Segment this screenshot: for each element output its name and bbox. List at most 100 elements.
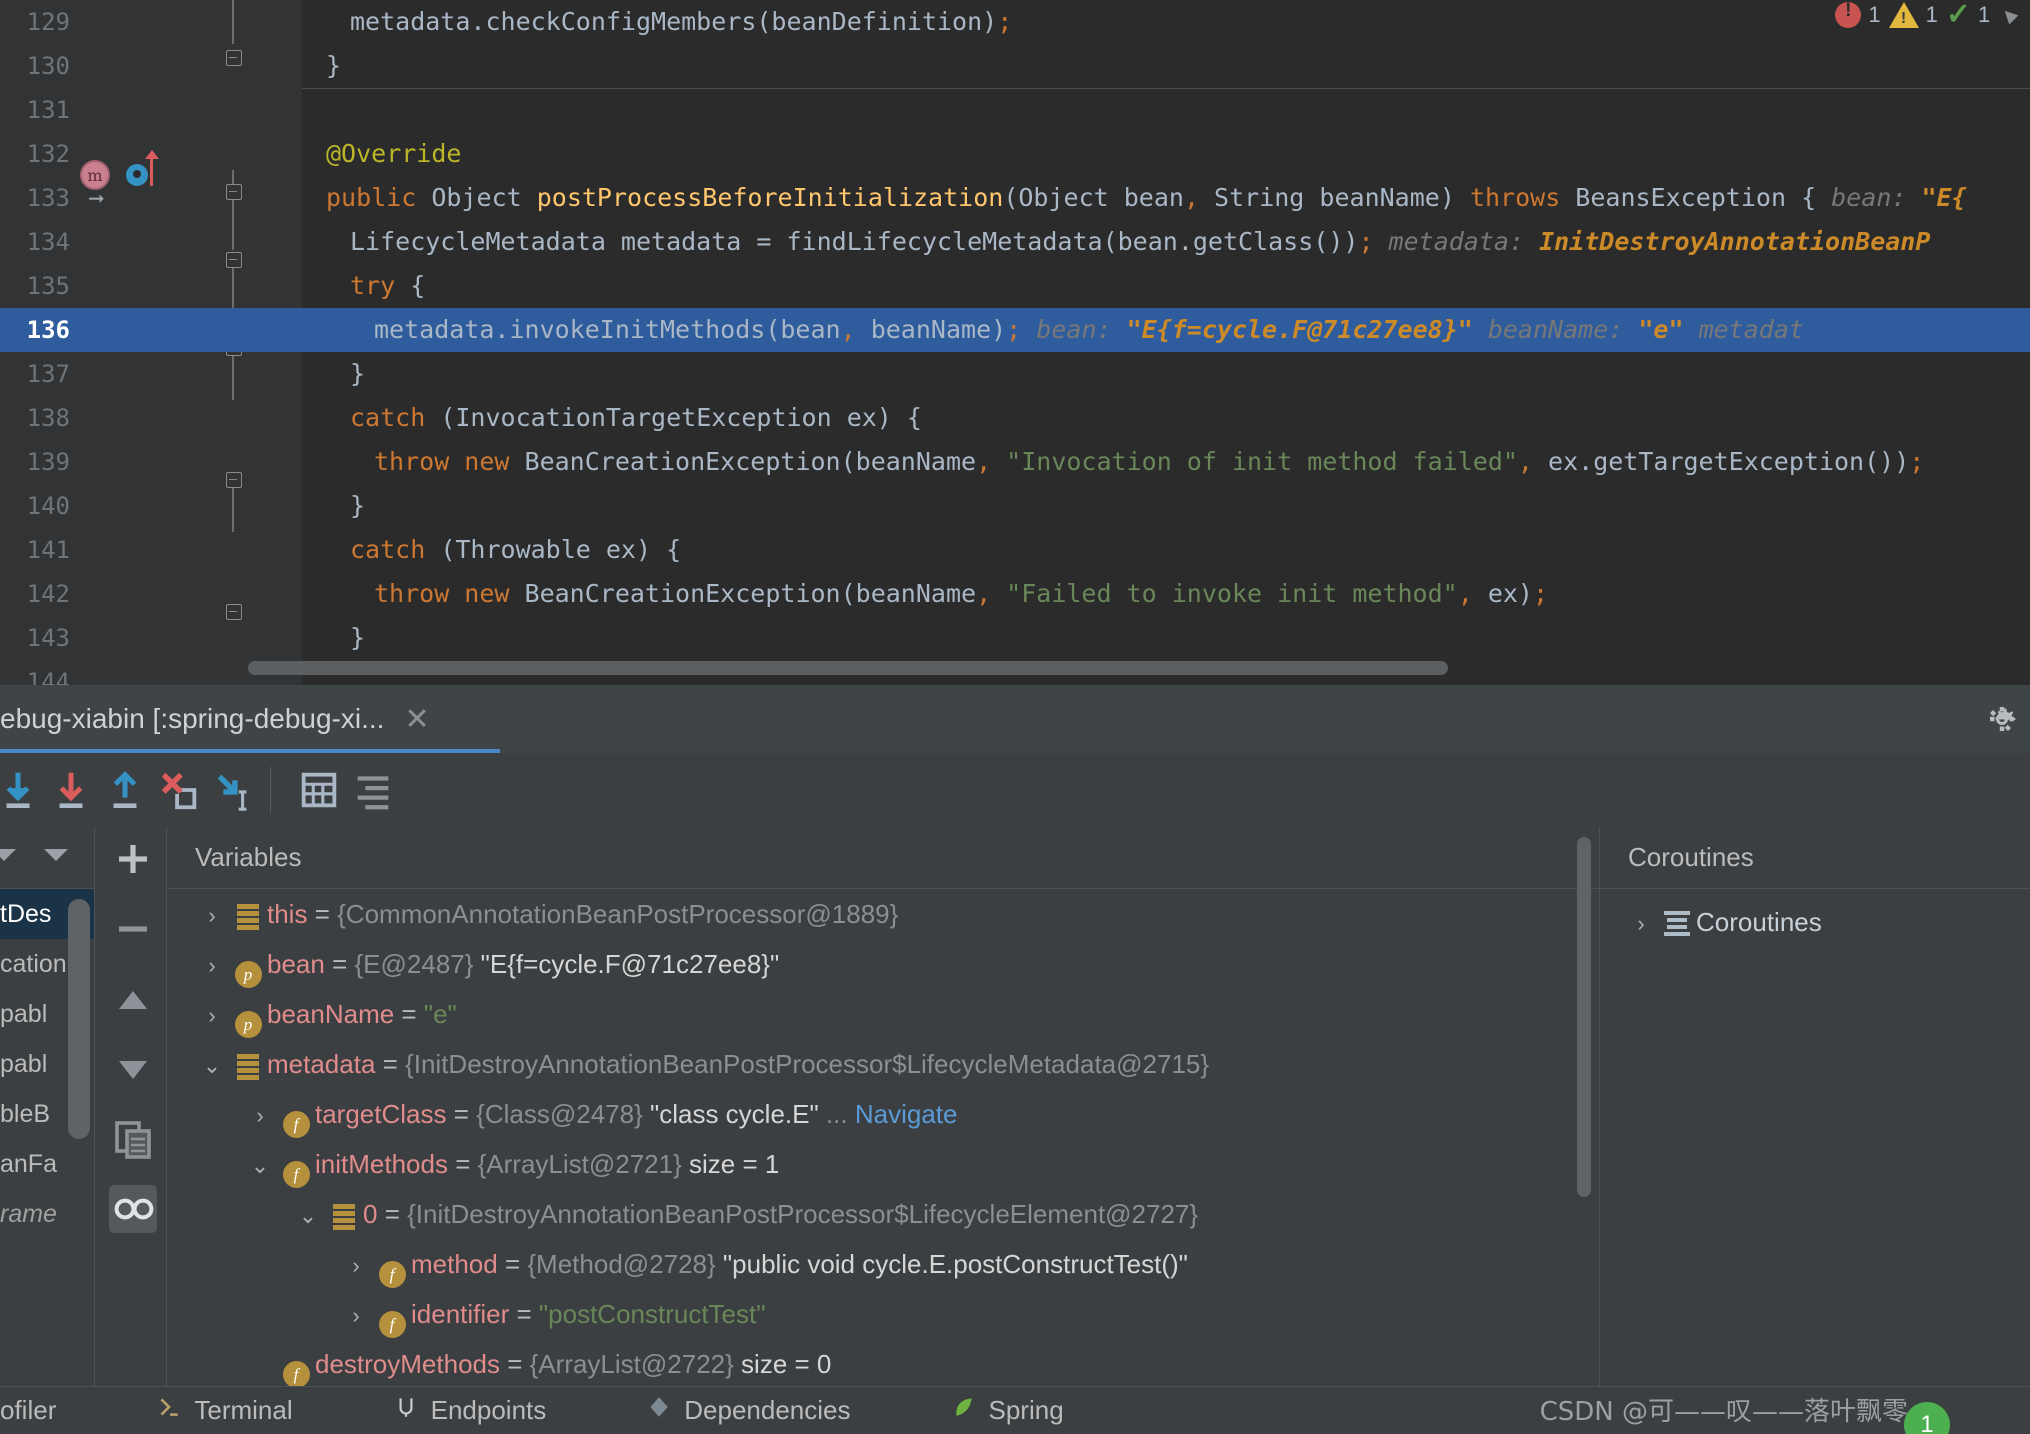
force-step-into-button[interactable] [156,767,202,813]
chevron-right-icon[interactable]: › [243,1091,277,1141]
code-text: LifecycleMetadata metadata = findLifecyc… [350,220,1930,264]
inspection-warnings[interactable]: 1 [1888,2,1938,28]
chevron-down-icon[interactable]: ⌄ [243,1141,277,1191]
arrow-down-icon [119,1061,147,1079]
variables-pane[interactable]: Variables › this = {CommonAnnotationBeanP… [167,827,1600,1386]
close-icon[interactable]: ✕ [404,702,429,737]
step-over-button[interactable] [0,767,41,813]
frames-toolbar[interactable] [0,827,94,889]
variable-row[interactable]: ⌄ 0 = {InitDestroyAnnotationBeanPostProce… [167,1189,1599,1239]
code-line[interactable]: 139 throw new BeanCreationException(beanN… [0,440,2030,484]
coroutines-tree[interactable]: › Coroutines [1600,889,2030,947]
debug-tab-bar[interactable]: ebug-xiabin [:spring-debug-xi... ✕ [0,685,2030,754]
chevron-down-icon[interactable]: ⌄ [195,1041,229,1091]
chevron-down-icon[interactable] [0,849,16,861]
force-step-into-icon [161,772,197,810]
code-text: } [326,44,341,88]
variables-tree[interactable]: › this = {CommonAnnotationBeanPostProcess… [167,889,1599,1386]
chevron-right-icon[interactable]: › [339,1291,373,1341]
variable-row[interactable]: › this = {CommonAnnotationBeanPostProcess… [167,889,1599,939]
frame-item[interactable]: anFa [0,1139,94,1189]
inspection-errors[interactable]: 1 [1835,0,1881,28]
bottom-status-bar[interactable]: ofiler Terminal Endpoints Dependencies Sprin… [0,1386,2030,1434]
variable-navigate-link[interactable]: Navigate [848,1099,958,1129]
status-bar-item[interactable]: Spring [951,1394,1064,1427]
thread-selector-chevron-icon[interactable] [44,849,68,861]
step-out-button[interactable] [102,767,148,813]
coroutine-row[interactable]: › Coroutines [1600,897,2030,947]
chevron-right-icon[interactable]: › [1624,899,1658,949]
step-into-button[interactable] [48,767,94,813]
remove-watch-button[interactable] [109,905,157,953]
code-line[interactable]: 133 public Object postProcessBeforeInitia… [0,176,2030,220]
show-execution-point-button[interactable] [350,767,396,813]
code-editor[interactable]: m ➞ 129 metadata.checkConfigMembers(beanD… [0,0,2030,685]
chevron-down-icon[interactable]: ⌄ [291,1191,325,1241]
line-number: 138 [26,404,70,432]
chevron-right-icon[interactable]: › [339,1241,373,1291]
code-line[interactable]: 141 catch (Throwable ex) { [0,528,2030,572]
code-token: Object [431,183,537,212]
code-token: ; [1006,315,1022,344]
run-to-cursor-button[interactable] [210,767,256,813]
code-line[interactable]: 138 catch (InvocationTargetException ex) … [0,396,2030,440]
debug-step-toolbar[interactable] [0,753,2030,827]
variable-type: {InitDestroyAnnotationBeanPostProcessor$… [405,1049,1210,1079]
move-down-button[interactable] [109,1045,157,1093]
code-line[interactable]: 135 try { [0,264,2030,308]
code-text: } [350,616,365,660]
evaluate-expression-button[interactable] [296,767,342,813]
inspection-ok[interactable]: ✓ 1 [1946,0,1990,30]
frames-scrollbar[interactable] [68,899,90,1139]
code-line[interactable]: 140} [0,484,2030,528]
watch-buttons-column[interactable] [95,827,167,1386]
code-token: "E{f=cycle.F@71c27ee8}" [1111,315,1473,344]
code-line-current[interactable]: 136 metadata.invokeInitMethods(bean, bean… [0,308,2030,352]
code-lines[interactable]: 129 metadata.checkConfigMembers(beanDefin… [0,0,2030,685]
code-line[interactable]: 134 LifecycleMetadata metadata = findLife… [0,220,2030,264]
variable-row[interactable]: › f method = {Method@2728} "public void cy… [167,1239,1599,1289]
inspect-button[interactable] [109,1185,157,1233]
code-line[interactable]: 143} [0,616,2030,660]
code-line[interactable]: 142 throw new BeanCreationException(beanN… [0,572,2030,616]
code-token: throw new [374,447,525,476]
field-icon: f [277,1341,315,1386]
coroutine-icon [1658,899,1696,949]
variable-row[interactable]: ⌄ metadata = {InitDestroyAnnotationBeanPo… [167,1039,1599,1089]
debug-session-tab[interactable]: ebug-xiabin [:spring-debug-xi... ✕ [0,685,500,753]
chevron-right-icon[interactable]: › [243,1341,277,1386]
code-line[interactable]: 132 @Override [0,132,2030,176]
inspection-widget[interactable]: 1 1 ✓ 1 ▲ [1835,0,2025,31]
code-line[interactable]: 131 [0,88,2030,132]
code-line[interactable]: 129 metadata.checkConfigMembers(beanDefin… [0,0,2030,44]
move-up-button[interactable] [109,977,157,1025]
variables-scrollbar[interactable] [1577,837,1591,1197]
chevron-right-icon[interactable]: › [195,891,229,941]
variable-row[interactable]: › f identifier = "postConstructTest" [167,1289,1599,1339]
code-token: } [350,623,366,652]
status-bar-item[interactable]: Endpoints [393,1394,546,1427]
gear-icon[interactable] [1984,701,2020,737]
frame-item[interactable]: rame [0,1189,94,1239]
chevron-right-icon[interactable]: › [195,991,229,1041]
code-token: ; [1358,227,1374,256]
variable-row[interactable]: › p bean = {E@2487} "E{f=cycle.F@71c27ee8}… [167,939,1599,989]
frames-pane[interactable]: tDes cation pabl pabl bleB anFa rame [0,827,95,1386]
code-line[interactable]: 137} [0,352,2030,396]
coroutines-pane[interactable]: Coroutines › Coroutines [1600,827,2030,1386]
variable-row[interactable]: › p beanName = "e" [167,989,1599,1039]
glasses-icon [114,1198,154,1220]
status-bar-item[interactable]: Terminal [156,1394,293,1427]
code-line[interactable]: 130} [0,44,2030,88]
editor-horizontal-scrollbar[interactable] [248,661,1448,675]
variable-row[interactable]: ›fdestroyMethods = {ArrayList@2722} size… [167,1339,1599,1386]
copy-button[interactable] [109,1115,157,1163]
add-watch-button[interactable] [109,835,157,883]
status-bar-item[interactable]: Dependencies [646,1394,851,1427]
variable-row[interactable]: ⌄ f initMethods = {ArrayList@2721} size = … [167,1139,1599,1189]
chevron-right-icon[interactable]: › [195,941,229,991]
line-number: 144 [26,668,70,685]
notification-badge[interactable]: 1 [1904,1402,1950,1434]
status-bar-item[interactable]: ofiler [0,1395,56,1426]
variable-row[interactable]: › f targetClass = {Class@2478} "class cycl… [167,1089,1599,1139]
